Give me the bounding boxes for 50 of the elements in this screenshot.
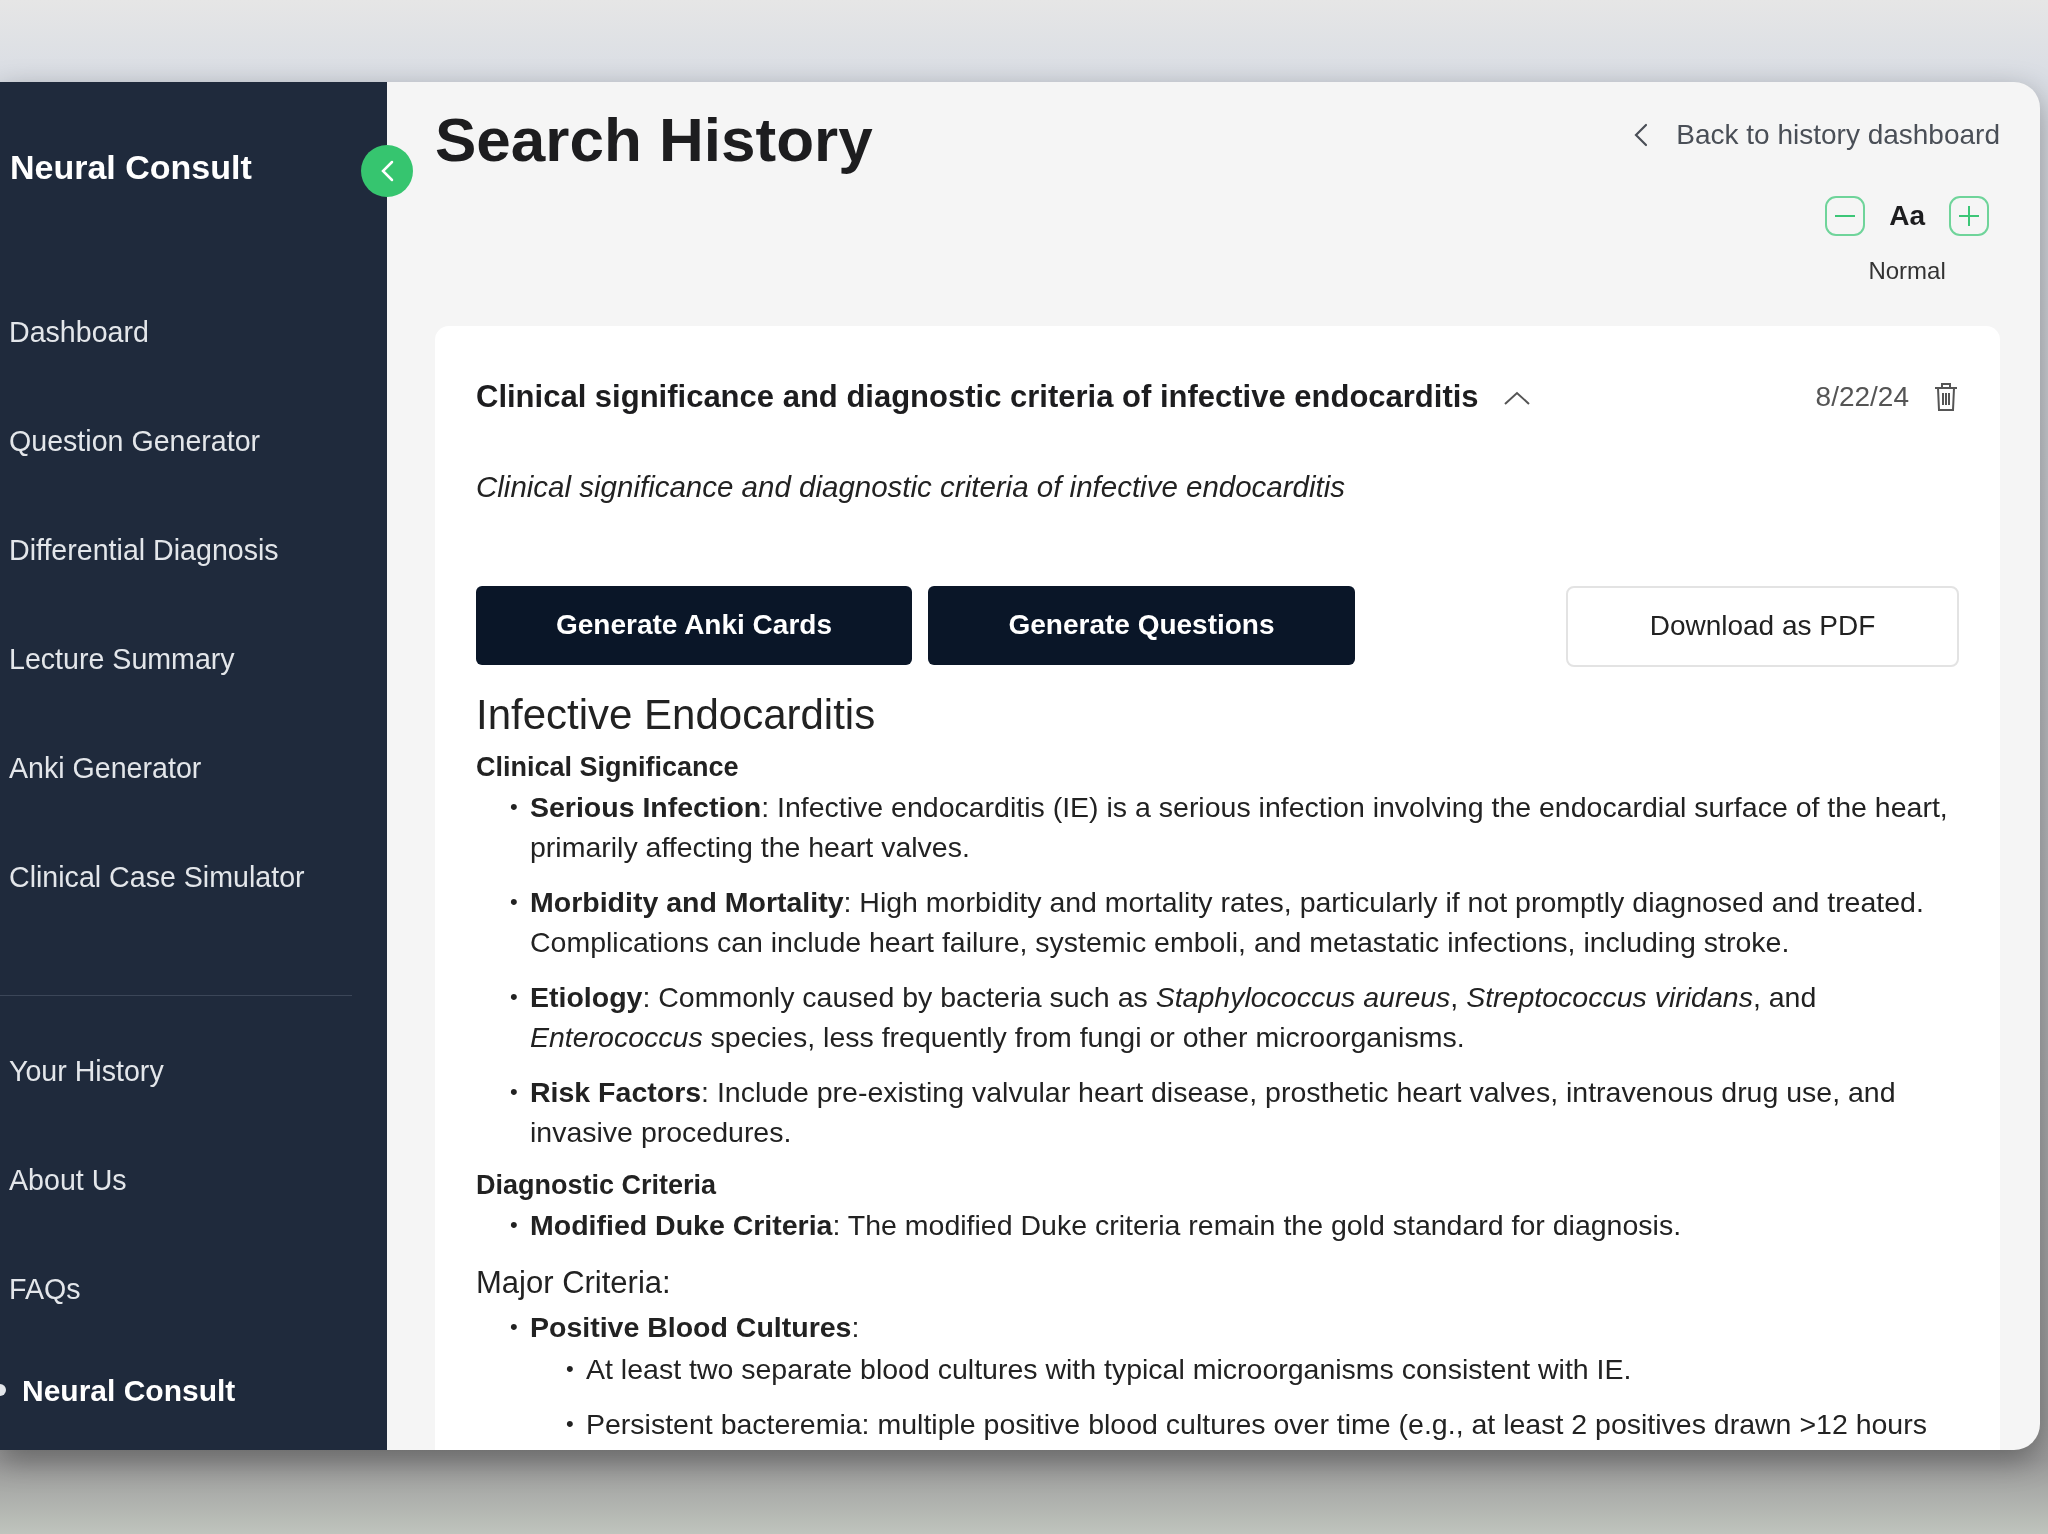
font-size-sample: Aa <box>1889 199 1925 233</box>
bullet-marker: • <box>510 1077 519 1106</box>
plus-icon <box>1958 205 1980 227</box>
section-heading: Major Criteria: <box>476 1263 672 1302</box>
bullet-text: Modified Duke Criteria: The modified Duke criteria remain the gold standard for diagnosis. <box>530 1207 1683 1243</box>
collapse-sidebar-button[interactable] <box>361 145 413 197</box>
bullet-text: Positive Blood Cultures: <box>530 1309 861 1345</box>
bullet-text: Risk Factors: Include pre-existing valvular heart disease, prosthetic heart valves, intravenous drug use, and invasive procedures. <box>530 1074 1897 1150</box>
bullet-text: Etiology: Commonly caused by bacteria such as Staphylococcus aureus, Streptococcus viridans, and Enterococcus species, less frequently from fungi or other microorganisms. <box>530 979 1818 1055</box>
nav-link[interactable]: Question Generator <box>0 387 387 496</box>
page-title: Search History <box>435 104 873 176</box>
nav-link[interactable]: Anki Generator <box>0 714 387 823</box>
chevron-left-icon <box>1634 123 1649 147</box>
chevron-up-icon <box>1502 389 1531 407</box>
section-heading: Diagnostic Criteria <box>476 1168 718 1202</box>
bullet-marker: • <box>510 982 519 1011</box>
generate-anki-cards-button[interactable]: Generate Anki Cards <box>476 585 912 665</box>
app-title: Neural Consult <box>9 147 253 188</box>
back-link[interactable]: Back to history dashboard <box>1634 114 2000 156</box>
bullet-marker: • <box>510 887 519 916</box>
nav-link[interactable]: Dashboard <box>0 278 387 387</box>
summary-title: Infective Endocarditis <box>476 689 877 740</box>
search-query: Clinical significance and diagnostic criteria of infective endocarditis <box>476 468 1347 505</box>
nav-link[interactable]: Differential Diagnosis <box>0 496 387 605</box>
bullet-marker: • <box>566 1354 575 1383</box>
trash-icon <box>1933 382 1959 413</box>
section-heading: Clinical Significance <box>476 750 740 784</box>
nav-link[interactable]: Lecture Summary <box>0 605 387 714</box>
font-size-label: Normal <box>1868 256 1946 286</box>
nav-link[interactable]: Your History <box>0 1017 387 1126</box>
download-pdf-button[interactable]: Download as PDF <box>1566 585 1959 667</box>
nav-link[interactable]: FAQs <box>0 1235 387 1344</box>
minus-icon <box>1834 214 1857 218</box>
bullet-text: At least two separate blood cultures with typical microorganisms consistent with IE. <box>586 1351 1633 1387</box>
app-name: Neural Consult <box>22 1372 236 1409</box>
generate-questions-button[interactable]: Generate Questions <box>928 585 1355 665</box>
bullet-text: Serious Infection: Infective endocarditis (IE) is a serious infection involving the endocardial surface of the heart, primarily affecting the heart valves. <box>530 789 1949 865</box>
entry-date: 8/22/24 <box>1815 380 1909 415</box>
bullet-marker: • <box>510 792 519 821</box>
bullet-marker: • <box>566 1409 575 1438</box>
chevron-left-icon <box>379 159 395 183</box>
bullet-text: Persistent bacteremia: multiple positive blood cultures over time (e.g., at least 2 positives drawn >12 hours <box>586 1406 1928 1442</box>
logo-icon <box>0 1383 6 1397</box>
entry-title: Clinical significance and diagnostic criteria of infective endocarditis <box>476 378 1479 416</box>
bullet-marker: • <box>510 1312 519 1341</box>
nav-link[interactable]: About Us <box>0 1126 387 1235</box>
nav-link[interactable]: Clinical Case Simulator <box>0 823 387 932</box>
bullet-marker: • <box>510 1210 519 1239</box>
delete-button[interactable] <box>1933 382 1959 413</box>
bullet-text: Morbidity and Mortality: High morbidity and mortality rates, particularly if not promptly diagnosed and treated. Complications can include heart failure, systemic emboli, and metastatic infections, including stroke. <box>530 884 1925 960</box>
